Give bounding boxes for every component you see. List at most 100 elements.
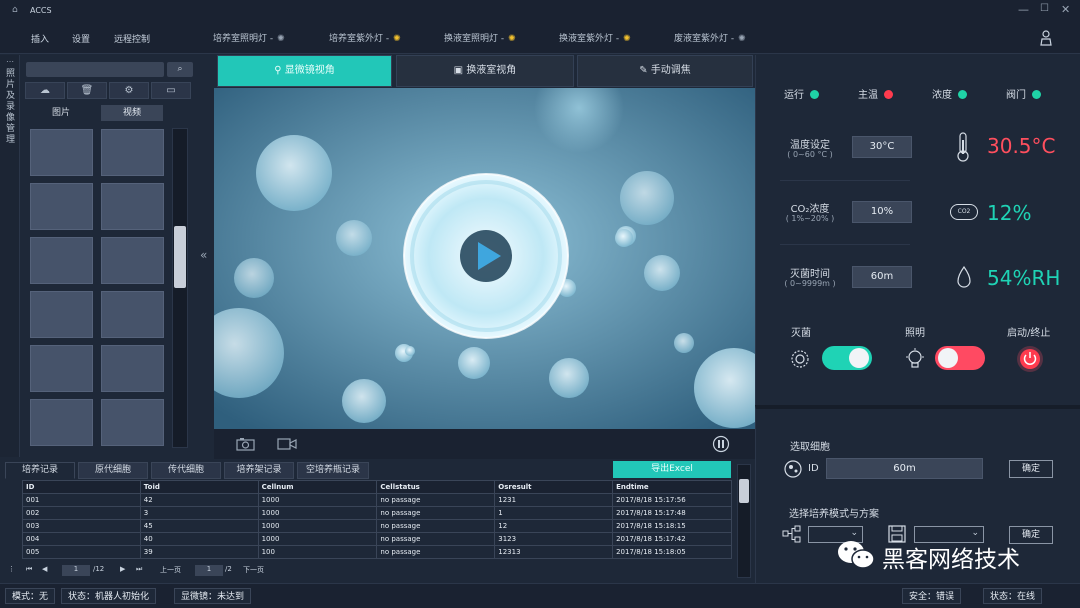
divider (780, 244, 910, 245)
media-thumbnail[interactable] (101, 345, 164, 392)
next-page-icon[interactable]: ▶ (120, 565, 125, 573)
export-excel-button[interactable]: 导出Excel (613, 461, 731, 478)
menu-insert[interactable]: 插入 (31, 32, 49, 45)
page-input-2[interactable]: 1 (195, 565, 223, 576)
column-header[interactable]: Endtime (612, 480, 732, 494)
table-cell: 39 (139, 545, 259, 559)
power-icon[interactable] (1016, 345, 1044, 373)
watermark-text: 黑客网络技术 (882, 547, 1020, 573)
page-input[interactable]: 1 (62, 565, 90, 576)
table-row[interactable]: 001 42 1000 no passage 1231 2017/8/18 15:17:5… (22, 493, 732, 507)
table-scrollbar-thumb[interactable] (739, 479, 749, 503)
maximize-icon[interactable]: ☐ (1040, 3, 1049, 14)
lamp-exchange-uv[interactable]: 换液室紫外灯 - ✺ (559, 31, 631, 44)
table-row[interactable]: 004 40 1000 no passage 3123 2017/8/18 15:17:4… (22, 532, 732, 546)
lamp-exchange-light[interactable]: 换液室照明灯 - ✺ (444, 31, 516, 44)
confirm-cell-button[interactable]: 确定 (1009, 460, 1053, 478)
sterilize-toggle[interactable] (822, 346, 872, 370)
media-thumbnail[interactable] (30, 345, 93, 392)
media-scrollbar-thumb[interactable] (174, 226, 186, 288)
media-search-input[interactable] (26, 62, 164, 77)
title-bar: ⌂ ACCS — ☐ ✕ (0, 0, 1080, 22)
prev-page-link[interactable]: 上一页 (160, 565, 181, 575)
co2-setpoint-input[interactable]: 10% (852, 201, 912, 223)
column-header[interactable]: Toid (139, 480, 259, 494)
media-thumbnail[interactable] (101, 129, 164, 176)
media-thumbnail[interactable] (101, 291, 164, 338)
media-thumbnail[interactable] (101, 399, 164, 446)
bulb-icon: ✺ (277, 34, 285, 44)
menu-remote-control[interactable]: 远程控制 (114, 32, 150, 45)
camera-icon[interactable] (236, 437, 256, 451)
tab-rack-records[interactable]: 培养架记录 (224, 462, 294, 479)
minimize-icon[interactable]: — (1018, 3, 1029, 16)
table-cell: 2017/8/18 15:18:15 (612, 519, 732, 533)
tab-culture-records[interactable]: 培养记录 (5, 462, 75, 479)
chevron-down-icon: ⌄ (850, 528, 858, 538)
column-header[interactable]: Cellstatus (376, 480, 496, 494)
microscope-video[interactable] (214, 88, 755, 429)
tab-manual-focus[interactable]: ✎ 手动调焦 (577, 55, 753, 87)
app-logo-icon: ⌂ (12, 5, 18, 15)
media-scrollbar[interactable] (172, 128, 188, 448)
video-camera-icon[interactable] (277, 437, 297, 451)
last-page-icon[interactable]: ⏭ (136, 565, 142, 574)
next-page-link[interactable]: 下一页 (243, 565, 264, 575)
sterilize-time-input[interactable]: 60m (852, 266, 912, 288)
table-cell: 2017/8/18 15:17:56 (612, 493, 732, 507)
table-row[interactable]: 003 45 1000 no passage 12 2017/8/18 15:18:15 (22, 519, 732, 533)
tab-exchange-view[interactable]: ▣ 换液室视角 (396, 55, 574, 87)
media-thumbnail[interactable] (101, 237, 164, 284)
folder-icon[interactable]: ▭ (151, 82, 191, 99)
media-thumbnail[interactable] (101, 183, 164, 230)
status-dot (958, 90, 967, 99)
menu-settings[interactable]: 设置 (72, 32, 90, 45)
close-icon[interactable]: ✕ (1061, 3, 1070, 16)
tab-passage-cells[interactable]: 传代细胞 (151, 462, 221, 479)
table-row[interactable]: 002 3 1000 no passage 1 2017/8/18 15:17:48 (22, 506, 732, 520)
table-row[interactable]: 005 39 100 no passage 12313 2017/8/18 15:18:0… (22, 545, 732, 559)
temp-reading: 30.5°C (987, 134, 1056, 158)
column-header[interactable]: ID (22, 480, 141, 494)
more-icon[interactable]: ⋮ (8, 565, 15, 573)
pause-icon[interactable] (712, 435, 730, 453)
lamp-culture-uv[interactable]: 培养室紫外灯 - ✺ (329, 31, 401, 44)
page-total: /12 (93, 565, 105, 573)
tab-primary-cells[interactable]: 原代细胞 (78, 462, 148, 479)
lamp-culture-light[interactable]: 培养室照明灯 - ✺ (213, 31, 285, 44)
tab-photos[interactable]: 图片 (30, 105, 92, 121)
trash-icon[interactable]: 🗑 (67, 82, 107, 99)
cloud-upload-icon[interactable]: ☁ (25, 82, 65, 99)
menu-bar (0, 22, 1080, 54)
media-thumbnail[interactable] (30, 399, 93, 446)
column-header[interactable]: Cellnum (257, 480, 378, 494)
settings-icon[interactable]: ⚙ (109, 82, 149, 99)
table-cell: 1 (494, 506, 614, 520)
table-cell: 002 (22, 506, 141, 520)
mode-title: 选择培养模式与方案 (789, 509, 879, 520)
column-header[interactable]: Osresult (494, 480, 614, 494)
co2-label: CO₂浓度 (790, 204, 830, 215)
status-main-temp: 主温 (858, 86, 893, 101)
robot-icon[interactable] (1038, 29, 1054, 47)
media-thumbnail[interactable] (30, 129, 93, 176)
tab-microscope-view[interactable]: ⚲ 显微镜视角 (217, 55, 392, 87)
media-thumbnail[interactable] (30, 183, 93, 230)
select-cell-title: 选取细胞 (790, 442, 830, 453)
table-scrollbar[interactable] (737, 464, 751, 578)
more-icon[interactable]: ⋯ (6, 57, 14, 66)
first-page-icon[interactable]: ⏮ (26, 565, 32, 574)
media-thumbnail[interactable] (30, 291, 93, 338)
prev-page-icon[interactable]: ◀ (42, 565, 47, 573)
temp-setpoint-input[interactable]: 30°C (852, 136, 912, 158)
media-thumbnail[interactable] (30, 237, 93, 284)
collapse-panel-icon[interactable]: « (200, 248, 207, 262)
status-state: 状态：机器人初始化 (61, 588, 157, 604)
table-cell: 003 (22, 519, 141, 533)
lamp-waste-uv[interactable]: 废液室紫外灯 - ✺ (674, 31, 746, 44)
cell-id-input[interactable]: 60m (826, 458, 983, 479)
search-icon[interactable]: ⌕ (167, 62, 193, 77)
tab-videos[interactable]: 视频 (101, 105, 163, 121)
lighting-toggle[interactable] (935, 346, 985, 370)
tab-empty-flask-records[interactable]: 空培养瓶记录 (297, 462, 369, 479)
